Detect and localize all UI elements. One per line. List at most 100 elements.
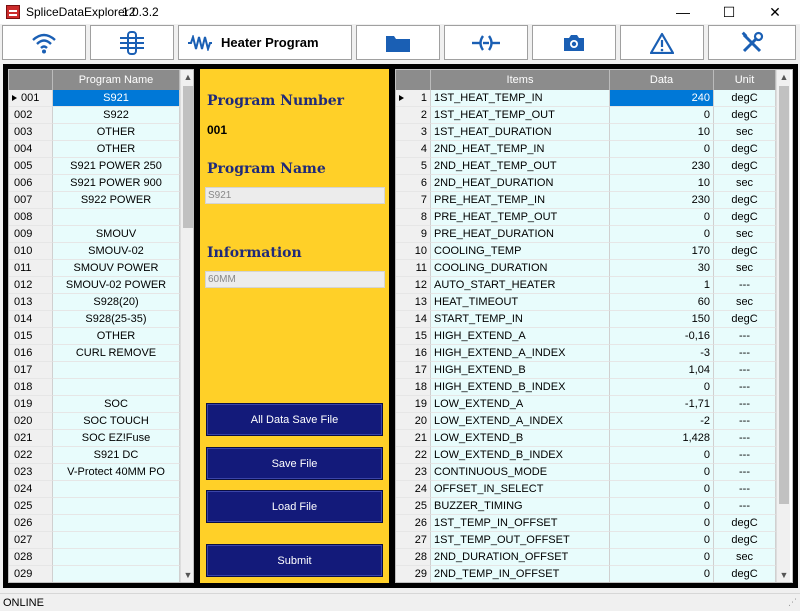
item-row-data[interactable]: 0: [610, 226, 714, 243]
program-row-name[interactable]: S928(25-35): [53, 311, 180, 328]
program-row-name[interactable]: S921 POWER 900: [53, 175, 180, 192]
program-row[interactable]: 009 SMOUV: [9, 226, 180, 243]
resize-grip-icon[interactable]: ⋰: [788, 597, 797, 608]
fiber-button[interactable]: [444, 25, 528, 60]
item-row-data[interactable]: 0: [610, 515, 714, 532]
program-row-name[interactable]: S922: [53, 107, 180, 124]
program-row-name[interactable]: [53, 532, 180, 549]
item-row-data[interactable]: 10: [610, 175, 714, 192]
item-row-data[interactable]: 0: [610, 532, 714, 549]
item-row-data[interactable]: 0: [610, 566, 714, 582]
program-row-name[interactable]: S921 POWER 250: [53, 158, 180, 175]
item-row-data[interactable]: 0: [610, 141, 714, 158]
item-row-data[interactable]: 1,04: [610, 362, 714, 379]
minimize-button[interactable]: —: [660, 0, 706, 24]
program-row-name[interactable]: [53, 566, 180, 582]
program-row[interactable]: 022 S921 DC: [9, 447, 180, 464]
program-row[interactable]: 027: [9, 532, 180, 549]
item-row-data[interactable]: 0: [610, 498, 714, 515]
item-row-data[interactable]: 30: [610, 260, 714, 277]
program-row-name[interactable]: [53, 209, 180, 226]
item-row-data[interactable]: -3: [610, 345, 714, 362]
items-header[interactable]: Items: [431, 70, 610, 90]
scroll-up-icon[interactable]: ▲: [181, 70, 193, 84]
maximize-button[interactable]: ☐: [706, 0, 752, 24]
program-row[interactable]: 001 S921: [9, 90, 180, 107]
program-row-name[interactable]: SOC EZ!Fuse: [53, 430, 180, 447]
item-row[interactable]: 17 HIGH_EXTEND_B 1,04 ---: [396, 362, 776, 379]
item-row-data[interactable]: 0: [610, 107, 714, 124]
scroll-thumb[interactable]: [779, 86, 789, 504]
program-row-name[interactable]: [53, 481, 180, 498]
program-name-field[interactable]: S921: [205, 187, 385, 204]
item-row[interactable]: 24 OFFSET_IN_SELECT 0 ---: [396, 481, 776, 498]
program-row[interactable]: 028: [9, 549, 180, 566]
item-row[interactable]: 19 LOW_EXTEND_A -1,71 ---: [396, 396, 776, 413]
item-row-data[interactable]: 230: [610, 192, 714, 209]
program-row-name[interactable]: S921 DC: [53, 447, 180, 464]
item-row[interactable]: 4 2ND_HEAT_TEMP_IN 0 degC: [396, 141, 776, 158]
item-row[interactable]: 27 1ST_TEMP_OUT_OFFSET 0 degC: [396, 532, 776, 549]
item-row-data[interactable]: 0: [610, 549, 714, 566]
item-row-data[interactable]: 150: [610, 311, 714, 328]
item-row[interactable]: 7 PRE_HEAT_TEMP_IN 230 degC: [396, 192, 776, 209]
item-row-data[interactable]: 230: [610, 158, 714, 175]
program-list-scrollbar[interactable]: ▲ ▼: [180, 70, 193, 582]
item-row[interactable]: 22 LOW_EXTEND_B_INDEX 0 ---: [396, 447, 776, 464]
camera-button[interactable]: [532, 25, 616, 60]
item-row-data[interactable]: 1,428: [610, 430, 714, 447]
item-row-data[interactable]: 0: [610, 464, 714, 481]
program-row-name[interactable]: S922 POWER: [53, 192, 180, 209]
all-data-save-file-button[interactable]: All Data Save File: [206, 403, 383, 436]
item-row-data[interactable]: 1: [610, 277, 714, 294]
item-row[interactable]: 15 HIGH_EXTEND_A -0,16 ---: [396, 328, 776, 345]
program-row-name[interactable]: CURL REMOVE: [53, 345, 180, 362]
program-list-grid[interactable]: Program Name 001 S921 002 S922 003 OTHER 004 OT…: [8, 69, 194, 583]
save-file-button[interactable]: Save File: [206, 447, 383, 480]
load-file-button[interactable]: Load File: [206, 490, 383, 523]
tools-button[interactable]: [708, 25, 796, 60]
program-row[interactable]: 014 S928(25-35): [9, 311, 180, 328]
item-row-data[interactable]: 0: [610, 379, 714, 396]
program-row[interactable]: 011 SMOUV POWER: [9, 260, 180, 277]
program-row-name[interactable]: [53, 362, 180, 379]
program-row-name[interactable]: SMOUV: [53, 226, 180, 243]
item-row-data[interactable]: -0,16: [610, 328, 714, 345]
scroll-down-icon[interactable]: ▼: [777, 568, 791, 582]
item-row[interactable]: 26 1ST_TEMP_IN_OFFSET 0 degC: [396, 515, 776, 532]
item-row[interactable]: 1 1ST_HEAT_TEMP_IN 240 degC: [396, 90, 776, 107]
item-row-data[interactable]: -1,71: [610, 396, 714, 413]
item-row[interactable]: 9 PRE_HEAT_DURATION 0 sec: [396, 226, 776, 243]
program-row-name[interactable]: [53, 549, 180, 566]
item-row-data[interactable]: 0: [610, 447, 714, 464]
warning-button[interactable]: [620, 25, 704, 60]
program-row[interactable]: 018: [9, 379, 180, 396]
items-table-grid[interactable]: Items Data Unit 1 1ST_HEAT_TEMP_IN 240 degC…: [395, 69, 793, 583]
program-row[interactable]: 003 OTHER: [9, 124, 180, 141]
scroll-down-icon[interactable]: ▼: [181, 568, 193, 582]
program-row[interactable]: 025: [9, 498, 180, 515]
item-row-data[interactable]: 10: [610, 124, 714, 141]
program-row-name[interactable]: S921: [53, 90, 180, 107]
program-row[interactable]: 023 V-Protect 40MM PO: [9, 464, 180, 481]
program-row[interactable]: 016 CURL REMOVE: [9, 345, 180, 362]
submit-button[interactable]: Submit: [206, 544, 383, 577]
scroll-thumb[interactable]: [183, 86, 193, 228]
program-row-name[interactable]: OTHER: [53, 124, 180, 141]
program-row-name[interactable]: [53, 515, 180, 532]
item-row[interactable]: 10 COOLING_TEMP 170 degC: [396, 243, 776, 260]
unit-header[interactable]: Unit: [714, 70, 776, 90]
scroll-up-icon[interactable]: ▲: [777, 70, 791, 84]
program-row[interactable]: 013 S928(20): [9, 294, 180, 311]
data-header[interactable]: Data: [610, 70, 714, 90]
splice-button[interactable]: [90, 25, 174, 60]
item-row[interactable]: 28 2ND_DURATION_OFFSET 0 sec: [396, 549, 776, 566]
item-row-data[interactable]: 60: [610, 294, 714, 311]
program-row-name[interactable]: SOC TOUCH: [53, 413, 180, 430]
program-row[interactable]: 002 S922: [9, 107, 180, 124]
item-row-data[interactable]: 0: [610, 481, 714, 498]
program-name-header[interactable]: Program Name: [53, 70, 180, 90]
item-row[interactable]: 8 PRE_HEAT_TEMP_OUT 0 degC: [396, 209, 776, 226]
item-row[interactable]: 16 HIGH_EXTEND_A_INDEX -3 ---: [396, 345, 776, 362]
item-row[interactable]: 12 AUTO_START_HEATER 1 ---: [396, 277, 776, 294]
